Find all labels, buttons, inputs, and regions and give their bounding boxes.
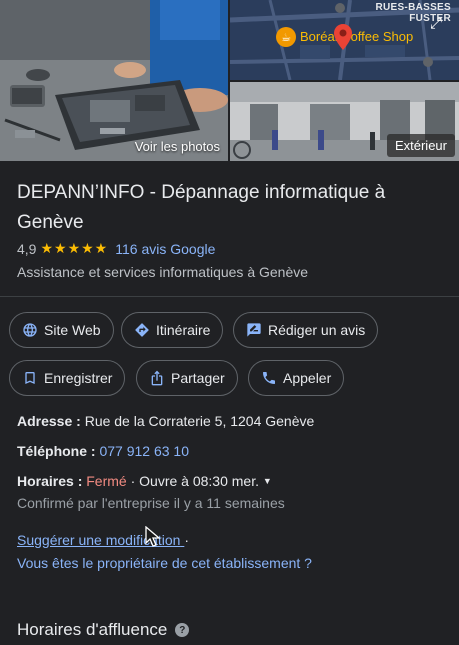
write-review-button[interactable]: Rédiger un avis xyxy=(233,312,379,348)
rating-stars-icon: ★★★★★ xyxy=(40,240,109,256)
website-button[interactable]: Site Web xyxy=(9,312,114,348)
globe-icon xyxy=(23,323,37,337)
map-poi-label: Boréal Coffee Shop xyxy=(300,29,414,44)
mouse-cursor-icon xyxy=(145,526,161,547)
address-value: Rue de la Corraterie 5, 1204 Genève xyxy=(84,413,315,429)
view-photos-label[interactable]: Voir les photos xyxy=(135,139,220,154)
link-separator: · xyxy=(184,532,189,548)
call-label: Appeler xyxy=(283,370,332,386)
repair-photo-illustration xyxy=(0,0,228,161)
address-row: Adresse : Rue de la Corraterie 5, 1204 G… xyxy=(17,413,314,429)
phone-label: Téléphone : xyxy=(17,443,96,459)
reviews-link[interactable]: 116 avis Google xyxy=(115,241,215,257)
directions-label: Itinéraire xyxy=(156,322,211,338)
coffee-cup-icon: ☕ xyxy=(276,27,296,47)
help-icon[interactable]: ? xyxy=(175,623,190,637)
exterior-label[interactable]: Extérieur xyxy=(386,134,455,157)
website-label: Site Web xyxy=(44,322,101,338)
place-title: DEPANN’INFO - Dépannage informatique à G… xyxy=(17,182,386,233)
chevron-down-icon[interactable]: ▼ xyxy=(263,476,272,486)
share-button[interactable]: Partager xyxy=(136,360,238,396)
hours-next: · Ouvre à 08:30 mer. xyxy=(130,473,259,489)
photo-gallery: Voir les photos RUES-BASSES FUSTER ☕ Bor… xyxy=(0,0,459,161)
place-category: Assistance et services informatiques à G… xyxy=(17,264,309,280)
expand-map-icon[interactable]: ⤢ xyxy=(425,12,447,34)
review-icon xyxy=(247,323,261,337)
phone-icon xyxy=(263,372,275,384)
hours-row[interactable]: Horaires : Fermé · Ouvre à 08:30 mer. ▼ xyxy=(17,473,272,489)
rating-value: 4,9 xyxy=(17,240,37,257)
owner-claim-link[interactable]: Vous êtes le propriétaire de cet établis… xyxy=(17,555,312,571)
popular-times-section: Horaires d'affluence ? xyxy=(17,620,190,640)
address-label: Adresse : xyxy=(17,413,81,429)
share-icon xyxy=(151,370,163,386)
map-pin-icon xyxy=(334,24,352,50)
phone-row: Téléphone : 077 912 63 10 xyxy=(17,443,189,459)
save-label: Enregistrer xyxy=(44,370,113,386)
call-button[interactable]: Appeler xyxy=(248,360,345,396)
map-thumbnail[interactable]: RUES-BASSES FUSTER ☕ Boréal Coffee Shop … xyxy=(230,0,459,80)
write-review-label: Rédiger un avis xyxy=(268,322,366,338)
hours-confirmation: Confirmé par l'entreprise il y a 11 sema… xyxy=(17,495,285,511)
divider xyxy=(0,296,459,297)
phone-link[interactable]: 077 912 63 10 xyxy=(99,443,189,459)
photo-main[interactable]: Voir les photos xyxy=(0,0,228,161)
hours-label: Horaires : xyxy=(17,473,83,489)
hours-status: Fermé xyxy=(86,473,127,489)
bookmark-icon xyxy=(25,372,35,384)
rating-row: 4,9 ★★★★★ 116 avis Google xyxy=(17,240,215,257)
directions-icon xyxy=(135,323,149,337)
photo-exterior[interactable]: Extérieur xyxy=(230,82,459,161)
share-label: Partager xyxy=(171,370,225,386)
popular-times-title: Horaires d'affluence xyxy=(17,620,168,639)
directions-button[interactable]: Itinéraire xyxy=(121,312,224,348)
save-button[interactable]: Enregistrer xyxy=(9,360,126,396)
